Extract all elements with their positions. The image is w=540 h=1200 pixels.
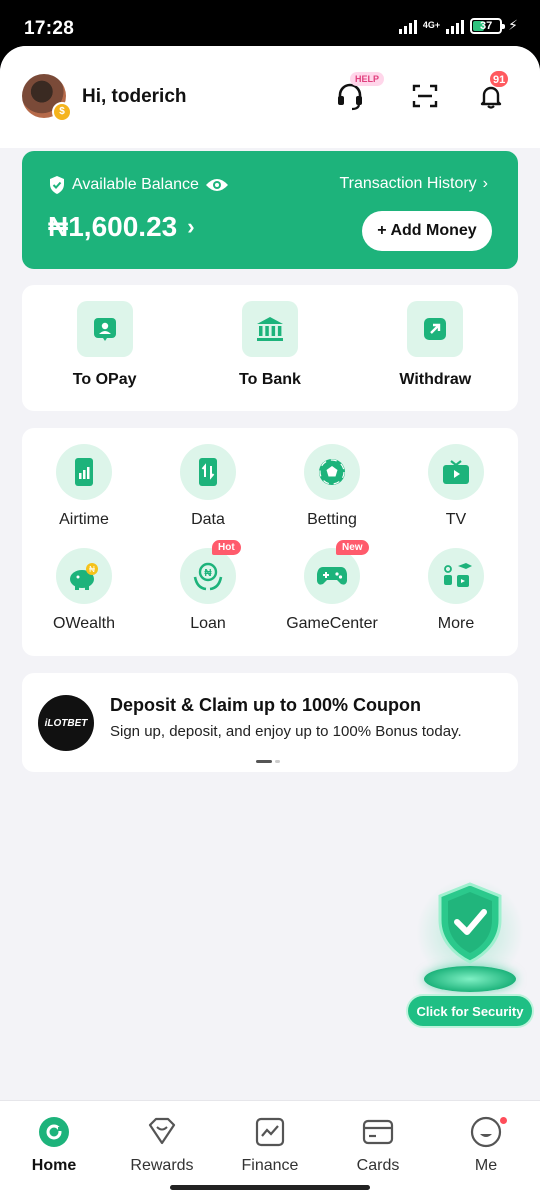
carousel-dots bbox=[256, 760, 280, 763]
security-widget[interactable]: Click for Security bbox=[406, 878, 534, 1028]
promo-banner[interactable]: iLOTBET Deposit & Claim up to 100% Coupo… bbox=[22, 673, 518, 772]
battery-level: 37 bbox=[480, 19, 493, 32]
scan-button[interactable] bbox=[405, 76, 445, 116]
signal-icon bbox=[398, 18, 417, 34]
service-label: Data bbox=[191, 511, 225, 528]
scan-icon bbox=[412, 84, 438, 108]
service-label: TV bbox=[445, 511, 467, 528]
help-badge: HELP bbox=[350, 72, 385, 86]
services-grid: Airtime Data Betting TV ₦ OWealth Hot ₦ … bbox=[22, 428, 518, 656]
help-button[interactable]: HELP bbox=[330, 72, 385, 116]
service-more[interactable]: More bbox=[394, 542, 518, 646]
eye-icon[interactable] bbox=[205, 177, 229, 193]
security-platform bbox=[424, 966, 516, 992]
greeting: Hi, toderich bbox=[82, 86, 187, 107]
nav-label: Home bbox=[31, 1157, 77, 1174]
network-type: 4G+ bbox=[422, 20, 441, 30]
bank-icon bbox=[241, 301, 298, 357]
service-tv[interactable]: TV bbox=[394, 438, 518, 542]
service-label: Betting bbox=[307, 511, 357, 528]
svg-text:₦: ₦ bbox=[204, 568, 212, 579]
avatar[interactable]: $ bbox=[22, 74, 72, 122]
iLOTBET-logo: iLOTBET bbox=[38, 695, 94, 751]
shield-check-icon bbox=[438, 882, 502, 964]
withdraw-button[interactable]: Withdraw bbox=[353, 285, 518, 411]
status-bar: 17:28 4G+ 37 ⚡ bbox=[0, 0, 540, 48]
status-indicators: 4G+ 37 ⚡ bbox=[398, 17, 518, 34]
balance-amount: ₦1,600.23 bbox=[48, 211, 178, 242]
withdraw-label: Withdraw bbox=[399, 371, 472, 388]
battery-icon: 37 bbox=[470, 17, 506, 34]
nav-label: Me bbox=[474, 1157, 498, 1174]
nav-home[interactable]: Home bbox=[0, 1101, 108, 1200]
promo-subtitle: Sign up, deposit, and enjoy up to 100% B… bbox=[110, 723, 462, 740]
balance-amount-row[interactable]: ₦1,600.23 › bbox=[48, 211, 195, 243]
service-loan[interactable]: Hot ₦ Loan bbox=[146, 540, 270, 646]
chevron-right-icon: › bbox=[187, 214, 195, 239]
app-screen: $ Hi, toderich HELP 91 Available Balance… bbox=[0, 46, 540, 1200]
service-label: Loan bbox=[190, 615, 226, 632]
balance-card: Available Balance Transaction History › … bbox=[22, 151, 518, 269]
nav-label: Rewards bbox=[130, 1157, 194, 1174]
service-label: GameCenter bbox=[286, 615, 378, 632]
add-money-button[interactable]: + Add Money bbox=[362, 211, 492, 251]
service-airtime[interactable]: Airtime bbox=[22, 438, 146, 542]
svg-text:₦: ₦ bbox=[89, 565, 95, 574]
more-apps-icon bbox=[428, 548, 484, 604]
new-tag: New bbox=[336, 540, 369, 555]
airtime-phone-icon bbox=[56, 444, 112, 500]
nav-label: Cards bbox=[356, 1157, 400, 1174]
piggy-bank-icon: ₦ bbox=[56, 548, 112, 604]
charging-icon: ⚡ bbox=[508, 17, 518, 33]
service-label: Airtime bbox=[59, 511, 109, 528]
transaction-history-label: Transaction History bbox=[339, 175, 477, 192]
service-owealth[interactable]: ₦ OWealth bbox=[22, 542, 146, 646]
to-opay-button[interactable]: To OPay bbox=[22, 285, 187, 411]
service-gamecenter[interactable]: New GameCenter bbox=[270, 540, 394, 646]
withdraw-icon bbox=[407, 301, 464, 357]
balance-label-row: Available Balance bbox=[48, 175, 229, 195]
service-betting[interactable]: Betting bbox=[270, 438, 394, 542]
soccer-ball-icon bbox=[304, 444, 360, 500]
to-bank-button[interactable]: To Bank bbox=[187, 285, 352, 411]
promo-title: Deposit & Claim up to 100% Coupon bbox=[110, 695, 422, 715]
rewards-icon bbox=[145, 1115, 179, 1149]
to-bank-label: To Bank bbox=[239, 371, 301, 388]
signal-icon-2 bbox=[446, 18, 465, 34]
medal-icon: $ bbox=[52, 102, 72, 122]
transaction-history-link[interactable]: Transaction History › bbox=[339, 175, 488, 193]
nav-me[interactable]: Me bbox=[432, 1101, 540, 1200]
status-time: 17:28 bbox=[24, 18, 75, 39]
balance-label: Available Balance bbox=[72, 176, 199, 193]
chevron-right-icon: › bbox=[482, 175, 488, 192]
notifications-button[interactable]: 91 bbox=[471, 70, 511, 116]
security-button[interactable]: Click for Security bbox=[406, 994, 534, 1028]
gamepad-icon bbox=[304, 548, 360, 604]
home-icon bbox=[37, 1115, 71, 1149]
shield-check-icon bbox=[50, 176, 64, 194]
service-data[interactable]: Data bbox=[146, 438, 270, 542]
gesture-home-bar[interactable] bbox=[170, 1185, 370, 1190]
home-header: $ Hi, toderich HELP 91 bbox=[0, 46, 540, 148]
tv-icon bbox=[428, 444, 484, 500]
hot-tag: Hot bbox=[212, 540, 241, 555]
user-card-icon bbox=[76, 301, 133, 357]
me-notification-dot bbox=[500, 1117, 507, 1124]
data-phone-icon bbox=[180, 444, 236, 500]
notification-badge: 91 bbox=[489, 70, 510, 88]
loan-hands-icon: ₦ bbox=[180, 548, 236, 604]
transfer-actions: To OPay To Bank Withdraw bbox=[22, 285, 518, 411]
service-label: More bbox=[437, 615, 475, 632]
nav-label: Finance bbox=[241, 1157, 299, 1174]
me-face-icon bbox=[469, 1115, 503, 1149]
to-opay-label: To OPay bbox=[72, 371, 137, 388]
service-label: OWealth bbox=[53, 615, 115, 632]
finance-chart-icon bbox=[253, 1115, 287, 1149]
card-icon bbox=[361, 1115, 395, 1149]
